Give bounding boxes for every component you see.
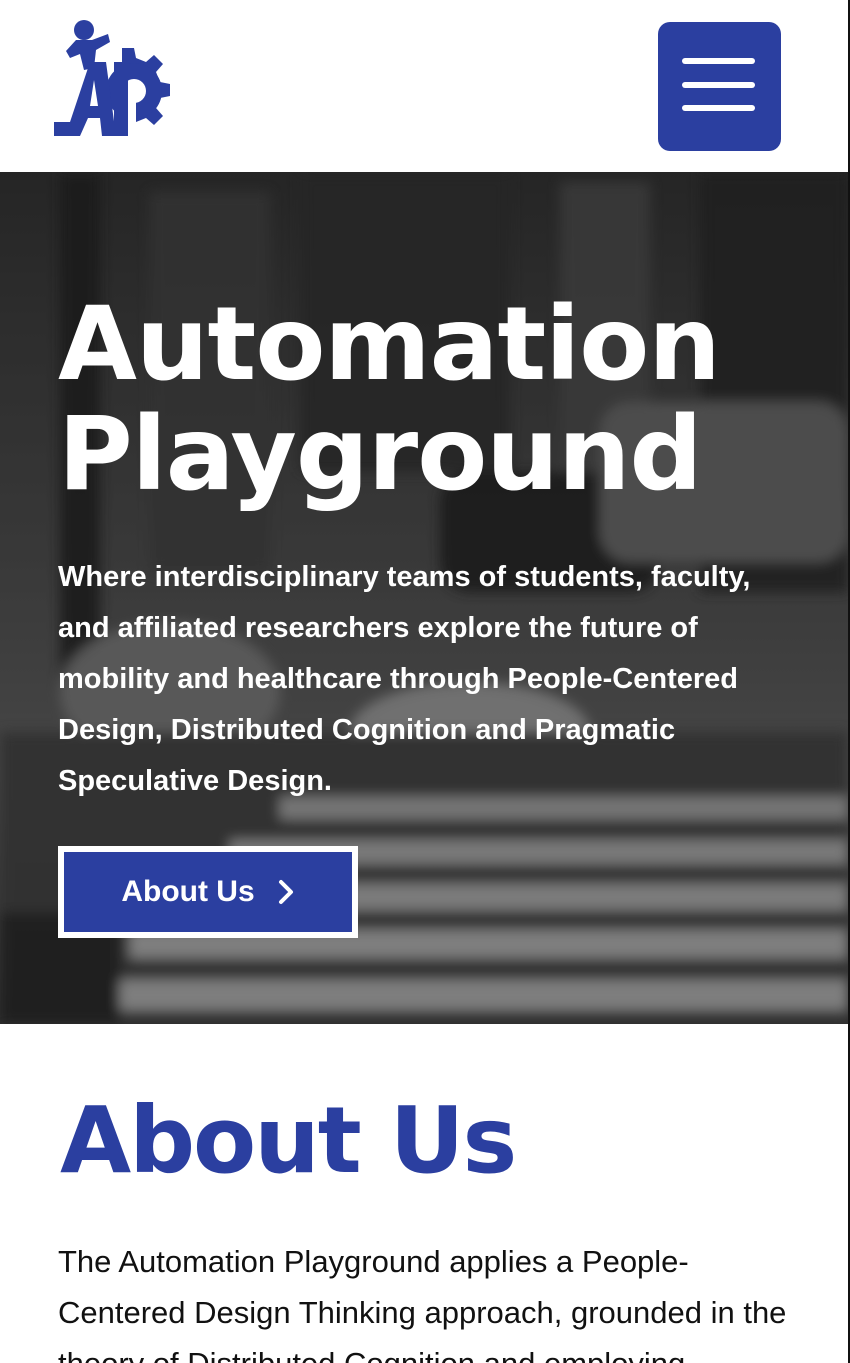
hero-title-line-2: Playground — [58, 395, 703, 514]
menu-button[interactable] — [658, 22, 781, 151]
site-header — [0, 0, 848, 172]
site-logo[interactable] — [50, 18, 184, 140]
hero-section: Automation Playground Where interdiscipl… — [0, 172, 848, 1024]
hero-title: Automation Playground — [58, 285, 721, 514]
about-us-button[interactable]: About Us — [58, 846, 358, 938]
page: Automation Playground Where interdiscipl… — [0, 0, 850, 1363]
about-us-button-label: About Us — [121, 875, 255, 908]
about-heading: About Us — [60, 1087, 517, 1194]
hero-subtitle: Where interdisciplinary teams of student… — [58, 561, 751, 797]
gear-figure-logo-icon — [54, 20, 170, 136]
about-body-text: The Automation Playground applies a Peop… — [58, 1244, 787, 1363]
hero-title-line-1: Automation — [58, 285, 721, 404]
chevron-right-icon — [278, 880, 293, 904]
